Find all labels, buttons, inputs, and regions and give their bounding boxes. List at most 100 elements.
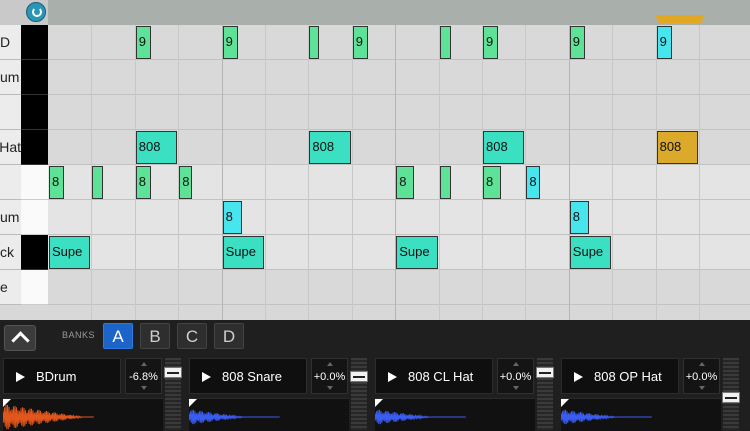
grid-line <box>265 25 266 320</box>
waveform-display[interactable] <box>561 398 721 431</box>
pitch-stepper[interactable]: +0.0% <box>497 358 534 394</box>
sequencer-clip[interactable] <box>309 26 320 59</box>
row-select-toggle[interactable] <box>21 25 48 60</box>
sequencer-clip[interactable]: 9 <box>222 26 238 59</box>
caret-up-icon[interactable] <box>327 362 333 366</box>
sequencer-clip[interactable] <box>439 26 451 59</box>
fader-handle[interactable] <box>536 367 554 379</box>
row-lane[interactable] <box>48 200 750 235</box>
sequencer-clip[interactable]: Supe <box>222 236 264 269</box>
bank-button-a[interactable]: A <box>103 323 133 349</box>
row-select-toggle[interactable] <box>21 200 48 235</box>
row-select-toggle[interactable] <box>21 165 48 200</box>
sample-pad: 808 OP Hat +0.0% <box>558 358 740 431</box>
bank-button-d[interactable]: D <box>214 323 244 349</box>
row-select-toggle[interactable] <box>21 95 48 130</box>
caret-up-icon[interactable] <box>699 362 705 366</box>
pad-trigger-button[interactable]: 808 CL Hat <box>375 358 493 394</box>
power-icon[interactable] <box>26 2 46 22</box>
pad-panel: BANKS ABCD BDrum -6.8% 808 Snare +0.0% 808 C… <box>0 320 750 431</box>
row-select-toggle[interactable] <box>21 270 48 305</box>
sequencer-clip[interactable]: 8 <box>569 201 590 234</box>
row-label[interactable]: um <box>0 60 21 95</box>
bank-button-c[interactable]: C <box>177 323 207 349</box>
sequencer-clip[interactable]: Supe <box>49 236 91 269</box>
pad-trigger-button[interactable]: 808 Snare <box>189 358 307 394</box>
sequencer-clip[interactable]: 8 <box>49 166 65 199</box>
sequencer-clip[interactable]: 9 <box>135 26 152 59</box>
sequencer-clip[interactable]: 9 <box>656 26 672 59</box>
row-label[interactable] <box>0 165 21 200</box>
caret-down-icon[interactable] <box>141 386 147 390</box>
timeline-ruler[interactable] <box>48 0 750 27</box>
sequencer-clip[interactable]: 8 <box>483 166 501 199</box>
sequencer-clip[interactable]: 8 <box>222 201 243 234</box>
sequencer-clip[interactable]: 808 <box>656 131 698 164</box>
row-label[interactable]: Hat <box>0 130 21 165</box>
waveform-trace <box>3 404 94 430</box>
start-marker-icon[interactable] <box>189 399 197 407</box>
volume-fader[interactable] <box>350 358 368 430</box>
row-label[interactable]: ck <box>0 235 21 270</box>
row-select-toggle[interactable] <box>21 60 48 95</box>
row-label[interactable]: D <box>0 25 21 60</box>
row-label[interactable] <box>0 95 21 130</box>
pad-trigger-button[interactable]: 808 OP Hat <box>561 358 679 394</box>
sequencer-clip[interactable]: 9 <box>569 26 586 59</box>
sequencer-row: Hat <box>0 130 750 165</box>
start-marker-icon[interactable] <box>375 399 383 407</box>
waveform-display[interactable] <box>189 398 349 431</box>
caret-up-icon[interactable] <box>141 362 147 366</box>
caret-down-icon[interactable] <box>513 386 519 390</box>
pitch-stepper[interactable]: +0.0% <box>311 358 348 394</box>
sequencer-clip[interactable]: Supe <box>569 236 612 269</box>
pad-name: 808 Snare <box>222 369 282 384</box>
pitch-value: -6.8% <box>129 371 158 383</box>
start-marker-icon[interactable] <box>561 399 569 407</box>
sequencer-clip[interactable]: 808 <box>135 131 178 164</box>
play-icon <box>574 372 583 382</box>
pad-trigger-button[interactable]: BDrum <box>3 358 121 394</box>
pitch-value: +0.0% <box>685 371 718 383</box>
caret-down-icon[interactable] <box>699 386 705 390</box>
sequencer-clip[interactable]: 9 <box>352 26 369 59</box>
chevron-up-icon[interactable] <box>4 325 36 351</box>
volume-fader[interactable] <box>536 358 554 430</box>
sequencer-row: D <box>0 25 750 60</box>
sequencer-clip[interactable]: 8 <box>526 166 540 199</box>
bank-button-b[interactable]: B <box>140 323 170 349</box>
row-lane[interactable] <box>48 60 750 95</box>
sequencer-clip[interactable]: 808 <box>309 131 351 164</box>
sequencer-clip[interactable]: 8 <box>135 166 152 199</box>
pitch-stepper[interactable]: +0.0% <box>683 358 720 394</box>
sequencer-clip[interactable] <box>92 166 104 199</box>
row-select-toggle[interactable] <box>21 235 48 270</box>
waveform-graphic <box>189 399 280 425</box>
row-lane[interactable] <box>48 25 750 60</box>
row-label[interactable]: um <box>0 200 21 235</box>
row-lane[interactable] <box>48 95 750 130</box>
row-select-toggle[interactable] <box>21 130 48 165</box>
row-lane[interactable] <box>48 270 750 305</box>
fader-handle[interactable] <box>350 371 368 383</box>
pitch-stepper[interactable]: -6.8% <box>125 358 162 394</box>
waveform-display[interactable] <box>3 398 163 431</box>
row-label[interactable]: e <box>0 270 21 305</box>
caret-up-icon[interactable] <box>513 362 519 366</box>
loop-region-marker[interactable] <box>655 15 705 23</box>
caret-down-icon[interactable] <box>327 386 333 390</box>
volume-fader[interactable] <box>722 358 740 430</box>
sequencer-clip[interactable]: 8 <box>179 166 193 199</box>
sequencer-clip[interactable]: Supe <box>396 236 438 269</box>
play-icon <box>388 372 397 382</box>
sequencer-clip[interactable] <box>439 166 451 199</box>
sequencer-clip[interactable]: 808 <box>483 131 525 164</box>
waveform-display[interactable] <box>375 398 535 431</box>
waveform-graphic <box>375 399 466 425</box>
sequencer-clip[interactable]: 9 <box>483 26 499 59</box>
volume-fader[interactable] <box>164 358 182 430</box>
fader-handle[interactable] <box>164 367 182 379</box>
fader-handle[interactable] <box>722 391 740 403</box>
sequencer-clip[interactable]: 8 <box>396 166 414 199</box>
banks-label: BANKS <box>62 330 96 340</box>
